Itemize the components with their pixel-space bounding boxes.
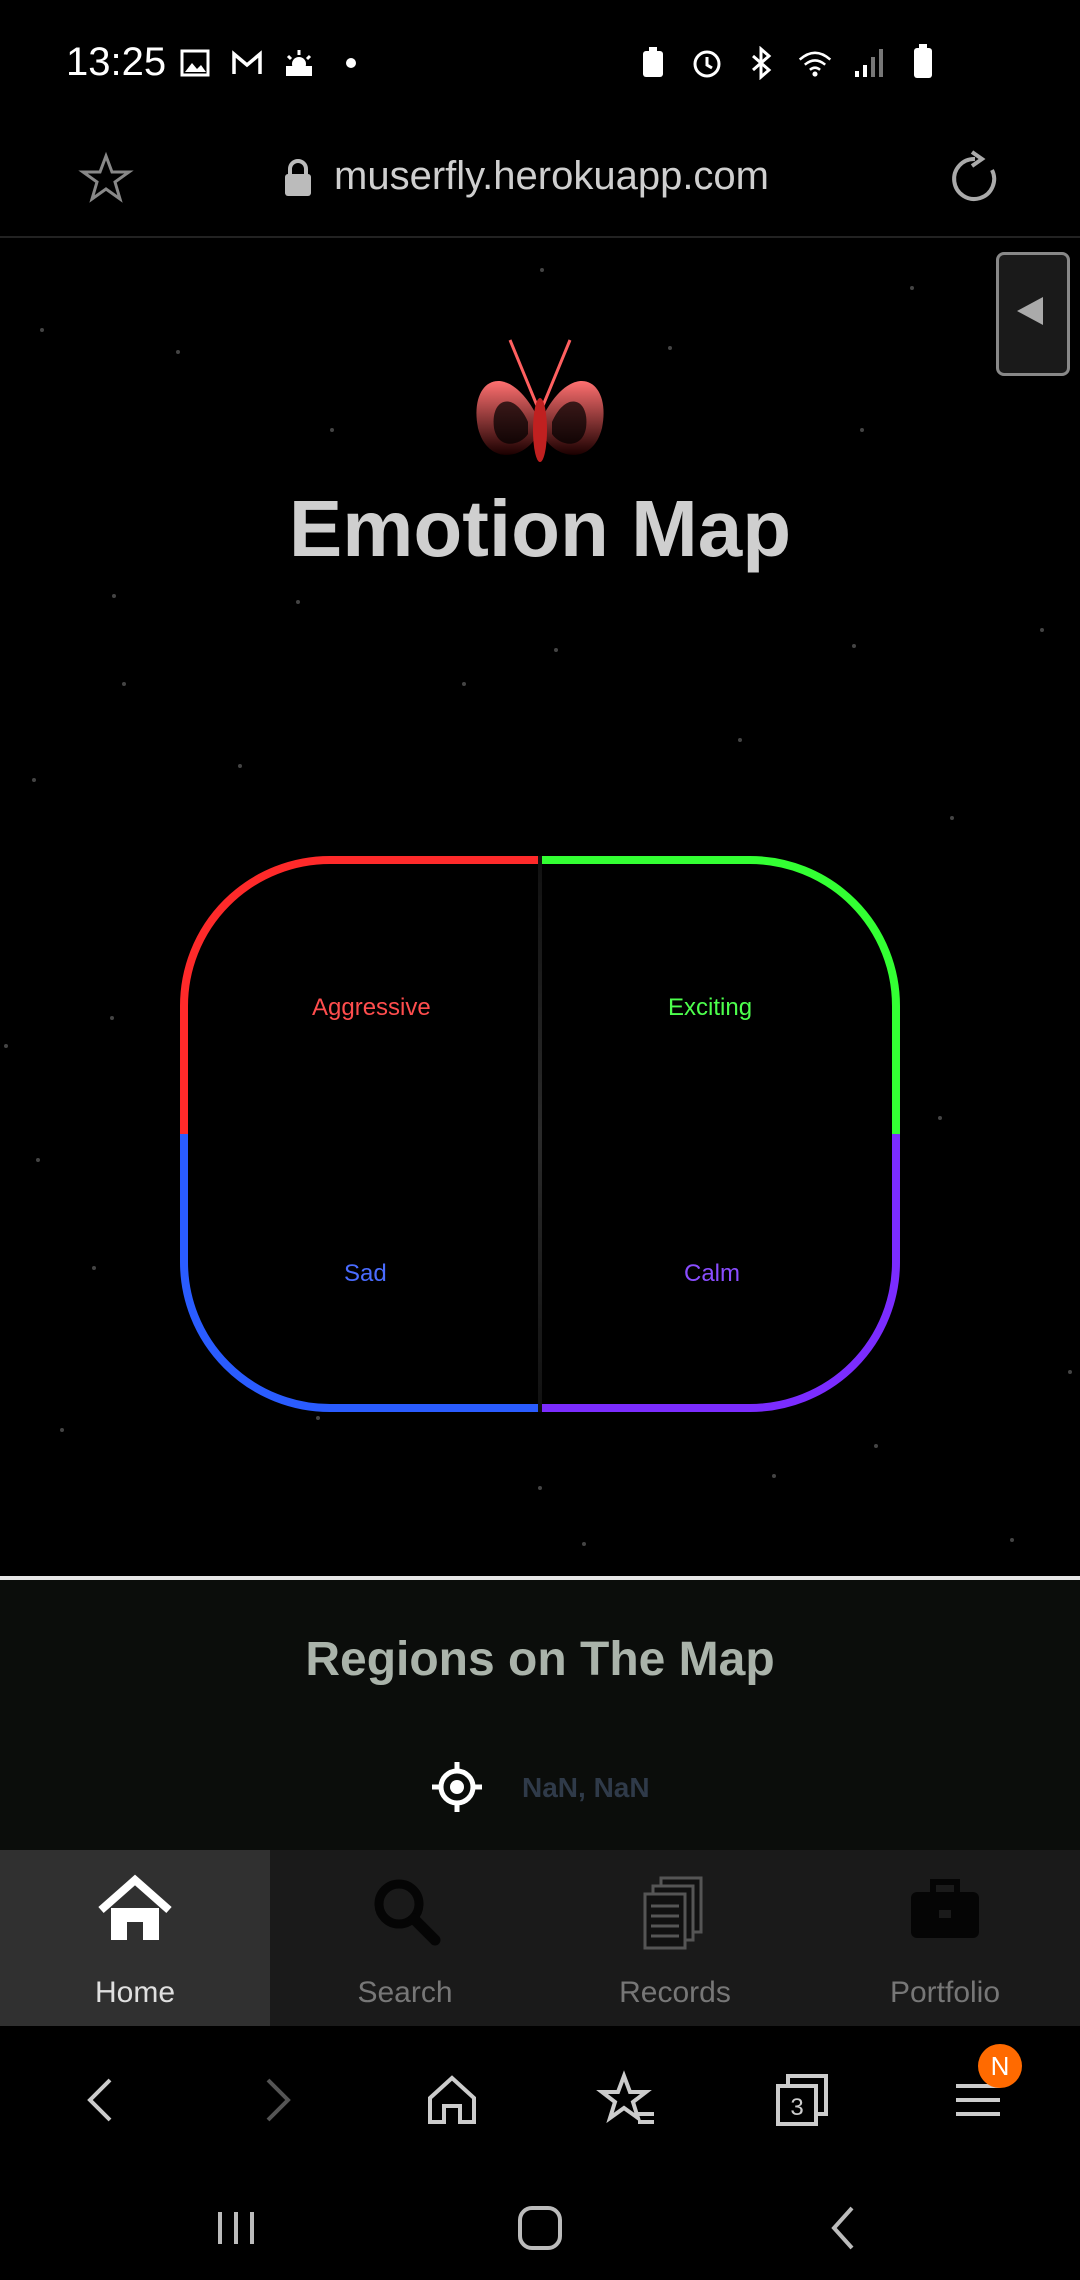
nav-label-home: Home bbox=[94, 1976, 176, 2009]
quadrant-label-exciting: Exciting bbox=[668, 994, 753, 1021]
records-icon bbox=[643, 1876, 703, 1950]
star-decoration bbox=[122, 682, 126, 686]
star-decoration bbox=[860, 428, 864, 432]
star-decoration bbox=[112, 594, 116, 598]
star-decoration bbox=[32, 778, 36, 782]
system-back-icon[interactable] bbox=[814, 2198, 874, 2258]
lock-icon bbox=[285, 159, 311, 196]
star-decoration bbox=[538, 1486, 542, 1490]
star-decoration bbox=[4, 1044, 8, 1048]
battery-saver-icon bbox=[636, 46, 670, 80]
bottom-navigation: Home Search Records Portfolio bbox=[0, 1850, 1080, 2026]
search-icon bbox=[374, 1879, 441, 1946]
status-bar: 13:25 bbox=[0, 0, 1080, 130]
star-decoration bbox=[540, 268, 544, 272]
star-decoration bbox=[1010, 1538, 1014, 1542]
page-title: Emotion Map bbox=[288, 484, 792, 573]
browser-toolbar: 3 bbox=[0, 2026, 1080, 2176]
dot-icon bbox=[334, 46, 368, 80]
quadrant-label-sad: Sad bbox=[344, 1260, 387, 1287]
collapse-arrow-icon bbox=[1017, 297, 1043, 325]
battery-icon bbox=[906, 44, 940, 80]
side-panel-toggle[interactable] bbox=[996, 252, 1070, 376]
notification-icons bbox=[178, 46, 368, 80]
star-decoration bbox=[874, 1444, 878, 1448]
address-bar: muserfly.herokuapp.com bbox=[0, 130, 1080, 238]
nav-item-records[interactable]: Records bbox=[540, 1850, 810, 2026]
nav-item-portfolio[interactable]: Portfolio bbox=[810, 1850, 1080, 2026]
star-decoration bbox=[910, 286, 914, 290]
quadrant-label-calm: Calm bbox=[684, 1260, 741, 1287]
emotion-map[interactable]: Aggressive Exciting Sad Calm bbox=[180, 856, 900, 1412]
nav-label-search: Search bbox=[357, 1976, 453, 2009]
url-text[interactable]: muserfly.herokuapp.com bbox=[334, 154, 769, 199]
star-decoration bbox=[296, 600, 300, 604]
bookmarks-icon[interactable] bbox=[596, 2068, 660, 2132]
tabs-count: 3 bbox=[790, 2094, 803, 2121]
regions-section: Regions on The Map NaN, NaN bbox=[0, 1580, 1080, 1850]
coordinates-readout: NaN, NaN bbox=[522, 1772, 650, 1803]
quadrant-label-aggressive: Aggressive bbox=[312, 994, 431, 1021]
star-decoration bbox=[92, 1266, 96, 1270]
system-icons bbox=[636, 44, 940, 80]
bluetooth-icon bbox=[744, 46, 778, 80]
star-decoration bbox=[36, 1158, 40, 1162]
star-decoration bbox=[554, 648, 558, 652]
center-divider bbox=[538, 856, 542, 1412]
star-decoration bbox=[316, 1416, 320, 1420]
star-decoration bbox=[938, 1116, 942, 1120]
briefcase-icon bbox=[911, 1879, 979, 1938]
nav-item-home[interactable]: Home bbox=[0, 1850, 270, 2026]
weather-icon bbox=[282, 46, 316, 80]
star-decoration bbox=[60, 1428, 64, 1432]
nav-label-records: Records bbox=[619, 1976, 731, 2009]
star-decoration bbox=[1068, 1370, 1072, 1374]
star-decoration bbox=[852, 644, 856, 648]
status-time: 13:25 bbox=[66, 40, 167, 84]
forward-icon[interactable] bbox=[244, 2068, 308, 2132]
regions-title: Regions on The Map bbox=[305, 1633, 775, 1686]
alarm-icon bbox=[690, 46, 724, 80]
system-navigation-bar bbox=[0, 2176, 1080, 2280]
nav-label-portfolio: Portfolio bbox=[889, 1976, 1001, 2009]
star-decoration bbox=[110, 1016, 114, 1020]
menu-notification-badge: N bbox=[978, 2044, 1022, 2088]
back-icon[interactable] bbox=[70, 2068, 134, 2132]
image-icon bbox=[178, 46, 212, 80]
home-icon bbox=[98, 1874, 172, 1940]
nav-item-search[interactable]: Search bbox=[270, 1850, 540, 2026]
tabs-icon[interactable]: 3 bbox=[770, 2068, 834, 2132]
bookmark-star-icon[interactable] bbox=[78, 150, 134, 206]
page-content: Emotion Map Aggressive Exciting Sad Calm… bbox=[0, 238, 1080, 1850]
star-decoration bbox=[40, 328, 44, 332]
recent-apps-icon[interactable] bbox=[206, 2198, 266, 2258]
butterfly-logo bbox=[476, 339, 604, 462]
system-home-icon[interactable] bbox=[510, 2198, 570, 2258]
locate-target-icon[interactable] bbox=[430, 1760, 484, 1814]
wifi-icon bbox=[798, 46, 832, 80]
star-decoration bbox=[950, 816, 954, 820]
star-decoration bbox=[1040, 628, 1044, 632]
gmail-icon bbox=[230, 46, 264, 80]
reload-icon[interactable] bbox=[944, 148, 1006, 210]
star-decoration bbox=[462, 682, 466, 686]
star-decoration bbox=[738, 738, 742, 742]
star-decoration bbox=[238, 764, 242, 768]
star-decoration bbox=[176, 350, 180, 354]
star-decoration bbox=[330, 428, 334, 432]
browser-home-icon[interactable] bbox=[420, 2068, 484, 2132]
star-decoration bbox=[772, 1474, 776, 1478]
signal-icon bbox=[852, 46, 886, 80]
star-decoration bbox=[668, 346, 672, 350]
star-decoration bbox=[582, 1542, 586, 1546]
